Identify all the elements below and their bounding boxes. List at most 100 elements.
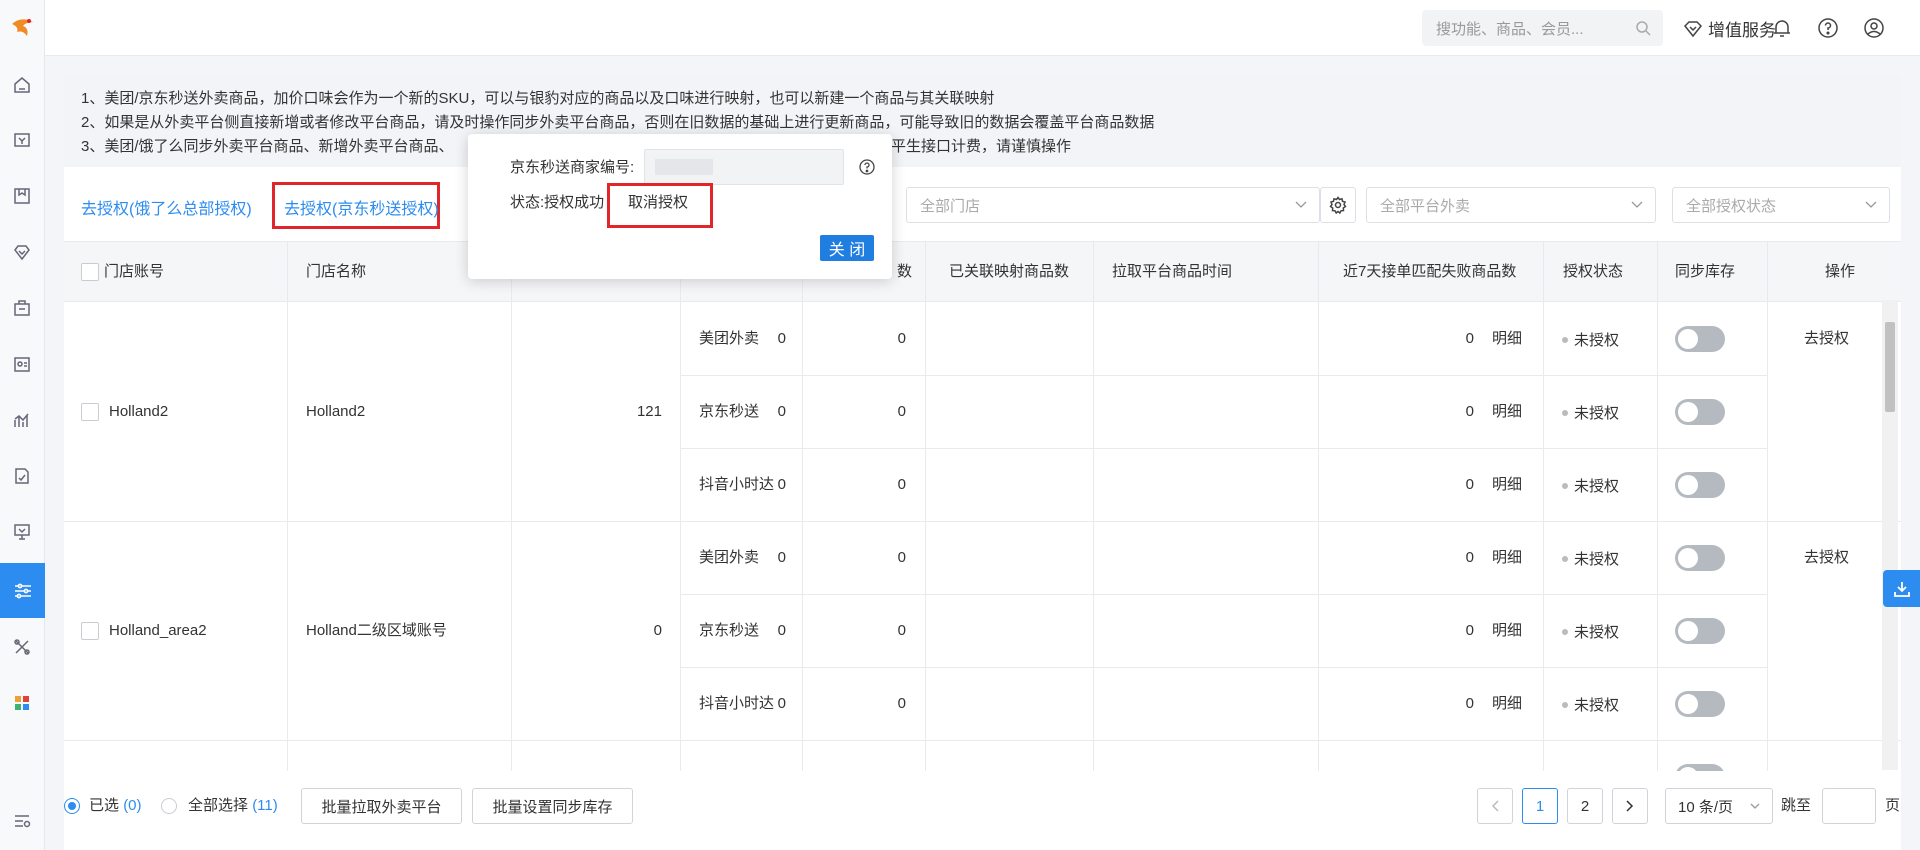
status-dot	[1562, 482, 1568, 489]
sidebar-item-settings[interactable]	[0, 563, 45, 618]
collapse-menu-icon[interactable]	[11, 810, 33, 832]
staff-icon[interactable]	[11, 353, 33, 375]
platform-goods-count: 0	[777, 403, 786, 420]
batch-sync-button[interactable]: 批量设置同步库存	[472, 788, 633, 824]
download-button[interactable]	[1883, 570, 1920, 607]
close-button[interactable]: 关 闭	[820, 235, 874, 261]
store-settings-button[interactable]	[1320, 187, 1356, 223]
auth-status-select-value: 全部授权状态	[1686, 197, 1777, 215]
sync-stock-toggle[interactable]	[1675, 326, 1725, 352]
sync-stock-toggle[interactable]	[1675, 472, 1725, 498]
page-size-select[interactable]: 10 条/页	[1665, 788, 1773, 824]
sync-stock-toggle[interactable]	[1675, 399, 1725, 425]
help-icon[interactable]	[1817, 17, 1839, 39]
store-select[interactable]: 全部门店	[906, 187, 1320, 223]
page-2-button[interactable]: 2	[1567, 788, 1603, 824]
fail-count: 0	[1465, 330, 1474, 347]
sync-stock-toggle[interactable]	[1675, 691, 1725, 717]
row-divider	[680, 375, 1767, 376]
notice-line-2: 2、如果是从外卖平台侧直接新增或者修改平台商品，请及时操作同步外卖平台商品，否则…	[81, 114, 1155, 131]
apps-icon[interactable]	[11, 692, 33, 714]
merchant-id-field[interactable]	[644, 149, 844, 185]
sync-stock-toggle[interactable]	[1675, 764, 1725, 771]
auth-jd-link[interactable]: 去授权(京东秒送授权)	[284, 195, 439, 219]
row-checkbox[interactable]	[81, 403, 99, 421]
select-all-checkbox[interactable]	[81, 263, 99, 281]
jump-label: 跳至	[1781, 797, 1812, 814]
header-pull-time: 拉取平台商品时间	[1112, 263, 1233, 280]
scrollbar-thumb[interactable]	[1885, 322, 1895, 412]
table-scrollbar[interactable]	[1882, 300, 1898, 770]
platform-select-value: 全部平台外卖	[1380, 197, 1471, 215]
auth-status-select[interactable]: 全部授权状态	[1672, 187, 1890, 223]
detail-link[interactable]: 明细	[1492, 402, 1522, 422]
fail-count: 0	[1465, 403, 1474, 420]
header-fail-count: 近7天接单匹配失败商品数	[1343, 263, 1517, 280]
device-icon[interactable]	[11, 521, 33, 543]
chevron-down-icon	[1631, 201, 1643, 208]
row-divider	[680, 594, 1767, 595]
cashier-icon[interactable]	[11, 129, 33, 151]
cancel-auth-highlight	[607, 183, 713, 228]
settings-sliders-icon	[14, 583, 31, 598]
row-checkbox[interactable]	[81, 622, 99, 640]
page-1-button[interactable]: 1	[1522, 788, 1558, 824]
chevron-down-icon	[1865, 201, 1877, 208]
batch-pull-button[interactable]: 批量拉取外卖平台	[301, 788, 462, 824]
select-all-radio[interactable]	[161, 798, 177, 814]
mapped-count: 0	[897, 476, 906, 493]
tools-icon[interactable]	[11, 636, 33, 658]
select-all-count: (11)	[252, 797, 278, 814]
sync-stock-toggle[interactable]	[1675, 545, 1725, 571]
prev-page-button[interactable]	[1477, 788, 1513, 824]
selected-radio[interactable]	[64, 798, 80, 814]
detail-link[interactable]: 明细	[1492, 329, 1522, 349]
bell-icon[interactable]	[1771, 17, 1793, 39]
auth-status-text: 状态:授权成功	[510, 194, 605, 211]
column-divider	[802, 242, 803, 771]
value-added-service-button[interactable]: 增值服务	[1683, 16, 1776, 41]
marketing-icon[interactable]	[11, 297, 33, 319]
table-header: 门店账号 门店名称 数 已关联映射商品数 拉取平台商品时间 近7天接单匹配失败商…	[64, 242, 1901, 302]
home-icon[interactable]	[11, 74, 33, 96]
status-dot	[1562, 409, 1568, 416]
search-placeholder: 搜功能、商品、会员...	[1436, 20, 1584, 38]
search-input[interactable]: 搜功能、商品、会员...	[1422, 10, 1663, 46]
status-label: 未授权	[1574, 697, 1620, 714]
status-label: 未授权	[1574, 332, 1620, 349]
fail-count: 0	[1465, 695, 1474, 712]
detail-link[interactable]: 明细	[1492, 475, 1522, 495]
column-divider	[1657, 242, 1658, 771]
selected-count: (0)	[123, 797, 142, 814]
platform-select[interactable]: 全部平台外卖	[1366, 187, 1656, 223]
store-name: Holland2	[306, 403, 366, 420]
chevron-left-icon	[1491, 800, 1499, 812]
chevron-down-icon	[1295, 201, 1307, 208]
column-divider	[287, 242, 288, 771]
platform-goods-count: 0	[777, 549, 786, 566]
go-auth-link[interactable]: 去授权	[1804, 548, 1849, 568]
sync-stock-toggle[interactable]	[1675, 618, 1725, 644]
brand-logo-icon[interactable]	[9, 14, 37, 42]
status-dot	[1562, 701, 1568, 708]
notice-line-3: 3、美团/饿了么同步外卖平台商品、新增外卖平台商品、	[81, 138, 454, 155]
auth-eleme-link[interactable]: 去授权(饿了么总部授权)	[81, 195, 252, 219]
detail-link[interactable]: 明细	[1492, 548, 1522, 568]
platform-goods-count: 0	[777, 695, 786, 712]
notice-box: 1、美团/京东秒送外卖商品，加价口味会作为一个新的SKU，可以与银豹对应的商品以…	[64, 75, 1901, 167]
next-page-button[interactable]	[1612, 788, 1648, 824]
goods-icon[interactable]	[11, 185, 33, 207]
select-all-text: 全部选择	[188, 797, 249, 814]
detail-link[interactable]: 明细	[1492, 621, 1522, 641]
auth-status: 未授权	[1562, 694, 1619, 715]
question-icon[interactable]	[858, 158, 876, 180]
detail-link[interactable]: 明细	[1492, 694, 1522, 714]
report-icon[interactable]	[11, 409, 33, 431]
jump-page-input[interactable]	[1822, 788, 1876, 824]
go-auth-link[interactable]: 去授权	[1804, 329, 1849, 349]
user-avatar-icon[interactable]	[1863, 17, 1885, 39]
header-auth-status: 授权状态	[1563, 263, 1624, 280]
inventory-icon[interactable]	[11, 465, 33, 487]
selected-label: 已选 (0)	[89, 796, 142, 816]
member-icon[interactable]	[11, 241, 33, 263]
